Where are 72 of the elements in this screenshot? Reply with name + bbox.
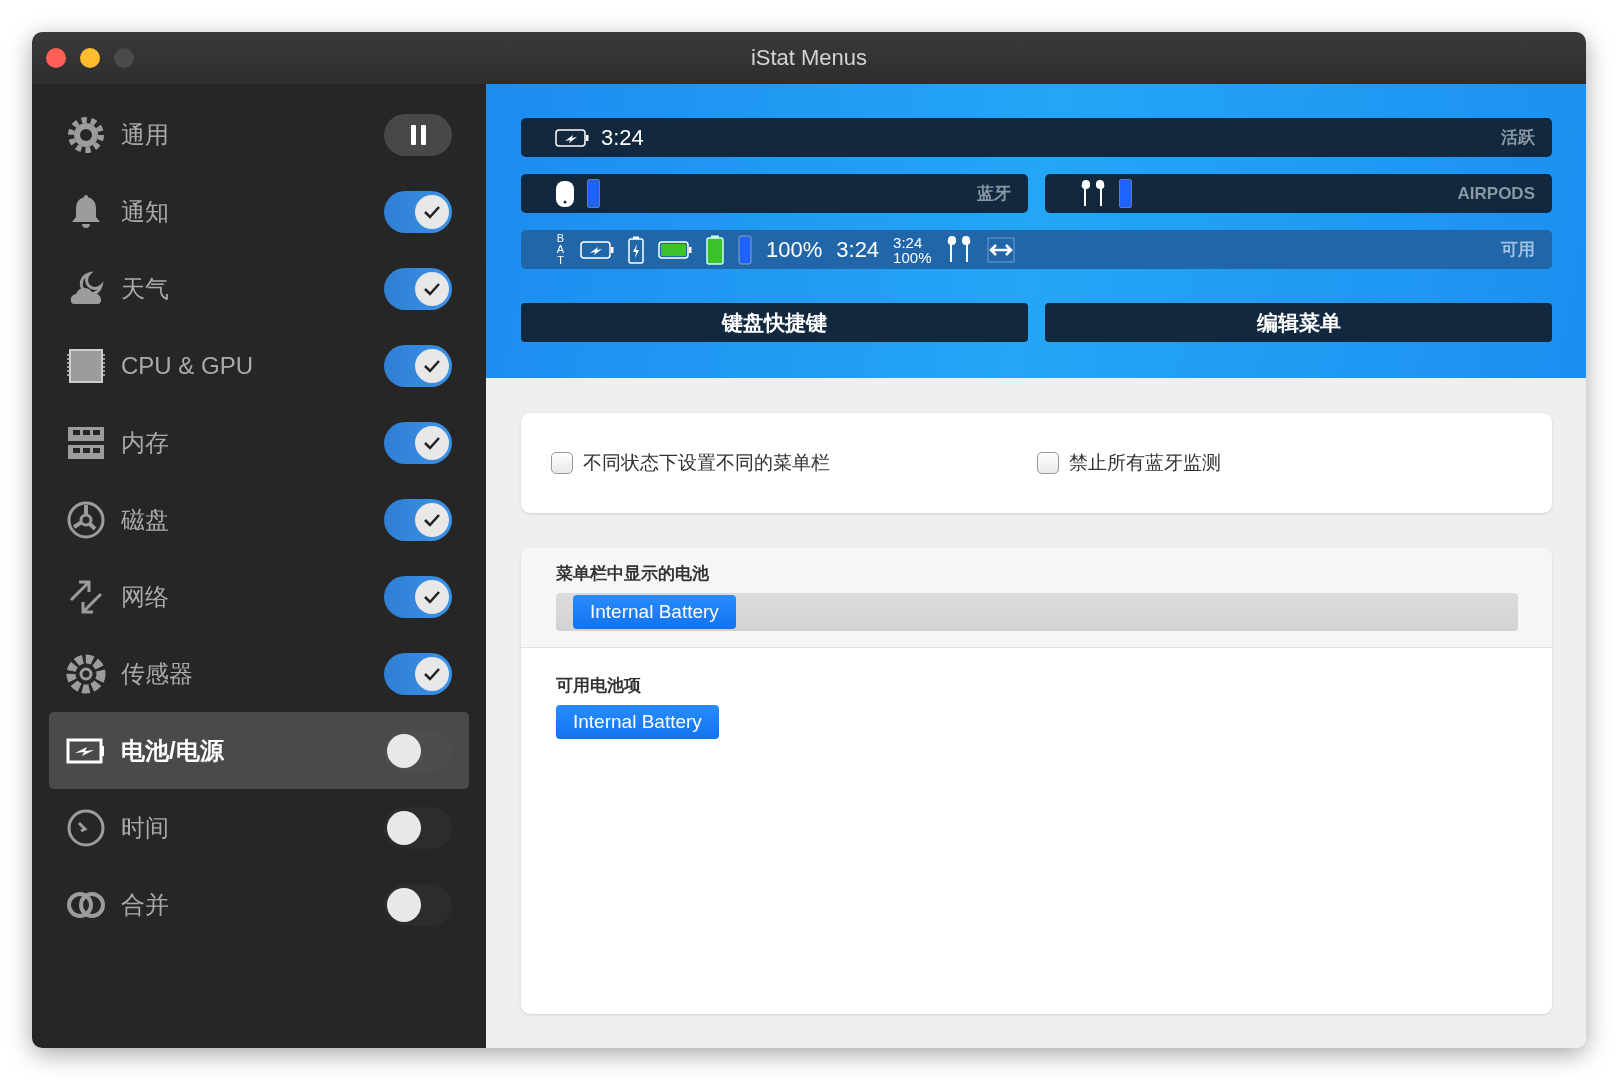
sidebar-label: 合并 — [121, 889, 170, 920]
check-icon — [423, 589, 441, 604]
sidebar-item[interactable]: 磁盘 — [49, 481, 469, 558]
section-title: 菜单栏中显示的电池 — [556, 563, 710, 585]
sidebar-item[interactable]: 时间 — [49, 789, 469, 866]
sidebar-label: 内存 — [121, 427, 170, 458]
charging-battery-icon — [580, 240, 614, 259]
toggle-switch[interactable] — [384, 267, 452, 310]
sidebar-label: 传感器 — [121, 658, 194, 689]
preview-button[interactable]: 编辑菜单 — [1045, 303, 1552, 342]
check-icon — [423, 512, 441, 527]
sidebar-item[interactable]: 通知 — [49, 173, 469, 250]
sidebar-item[interactable]: 内存 — [49, 404, 469, 481]
check-icon — [423, 204, 441, 219]
sidebar-item[interactable]: 合并 — [49, 866, 469, 943]
pause-button[interactable] — [384, 113, 452, 156]
toggle-switch[interactable] — [384, 421, 452, 464]
sidebar-item[interactable]: 网络 — [49, 558, 469, 635]
bar-label: 蓝牙 — [977, 183, 1011, 205]
sidebar-label: 磁盘 — [121, 504, 170, 535]
left-right-arrows-icon — [987, 236, 1016, 263]
sidebar-label: 电池/电源 — [121, 735, 225, 766]
percent-text: 100% — [766, 236, 823, 263]
toggle-switch[interactable] — [384, 344, 452, 387]
bat-text: BAT — [555, 233, 566, 266]
sidebar-label: 网络 — [121, 581, 170, 612]
minimize-button[interactable] — [80, 48, 100, 68]
fan-icon — [65, 652, 107, 695]
bar-label: AIRPODS — [1457, 183, 1535, 204]
battery-chip[interactable]: Internal Battery — [573, 595, 736, 629]
toggle-switch[interactable] — [384, 575, 452, 618]
bar-label: 活跃 — [1501, 127, 1535, 149]
sidebar-item[interactable]: 传感器 — [49, 635, 469, 712]
time-text: 3:24 — [601, 124, 644, 151]
earbuds-icon — [1079, 179, 1107, 208]
percent-text: 100% — [893, 249, 932, 265]
time-text: 3:24 — [893, 234, 924, 250]
toggle-switch[interactable] — [384, 806, 452, 849]
sidebar-item[interactable]: CPU & GPU — [49, 327, 469, 404]
mouse-icon — [555, 179, 575, 208]
toggle-switch[interactable] — [384, 498, 452, 541]
charging-battery-icon — [555, 128, 589, 147]
close-button[interactable] — [46, 48, 66, 68]
vertical-full-battery-icon — [706, 234, 724, 265]
battery-chip[interactable]: Internal Battery — [556, 705, 719, 739]
section-title: 可用电池项 — [556, 675, 642, 697]
window-title: iStat Menus — [750, 45, 868, 71]
toggle-switch[interactable] — [384, 190, 452, 233]
vertical-charging-battery-icon — [628, 235, 644, 264]
checkbox-label: 不同状态下设置不同的菜单栏 — [583, 451, 830, 475]
sidebar-label: CPU & GPU — [121, 351, 255, 380]
sidebar-item[interactable]: 通用 — [49, 96, 469, 173]
sidebar-item[interactable]: 电池/电源 — [49, 712, 469, 789]
check-icon — [423, 666, 441, 681]
check-icon — [423, 435, 441, 450]
sidebar-item[interactable]: 天气 — [49, 250, 469, 327]
checkbox-label: 禁止所有蓝牙监测 — [1068, 451, 1221, 475]
sidebar-label: 通用 — [121, 119, 170, 150]
toggle-switch[interactable] — [384, 883, 452, 926]
checkbox[interactable] — [551, 452, 573, 474]
toggle-switch[interactable] — [384, 652, 452, 695]
check-icon — [423, 358, 441, 373]
check-icon — [423, 281, 441, 296]
sidebar-label: 通知 — [121, 196, 170, 227]
sidebar-label: 时间 — [121, 812, 170, 843]
preview-button[interactable]: 键盘快捷键 — [521, 303, 1028, 342]
sidebar-label: 天气 — [121, 273, 170, 304]
full-battery-icon — [658, 240, 692, 259]
checkbox[interactable] — [1036, 452, 1059, 474]
bar-label: 可用 — [1501, 239, 1535, 261]
time-text: 3:24 — [836, 236, 880, 263]
level-bar-icon — [738, 234, 752, 265]
